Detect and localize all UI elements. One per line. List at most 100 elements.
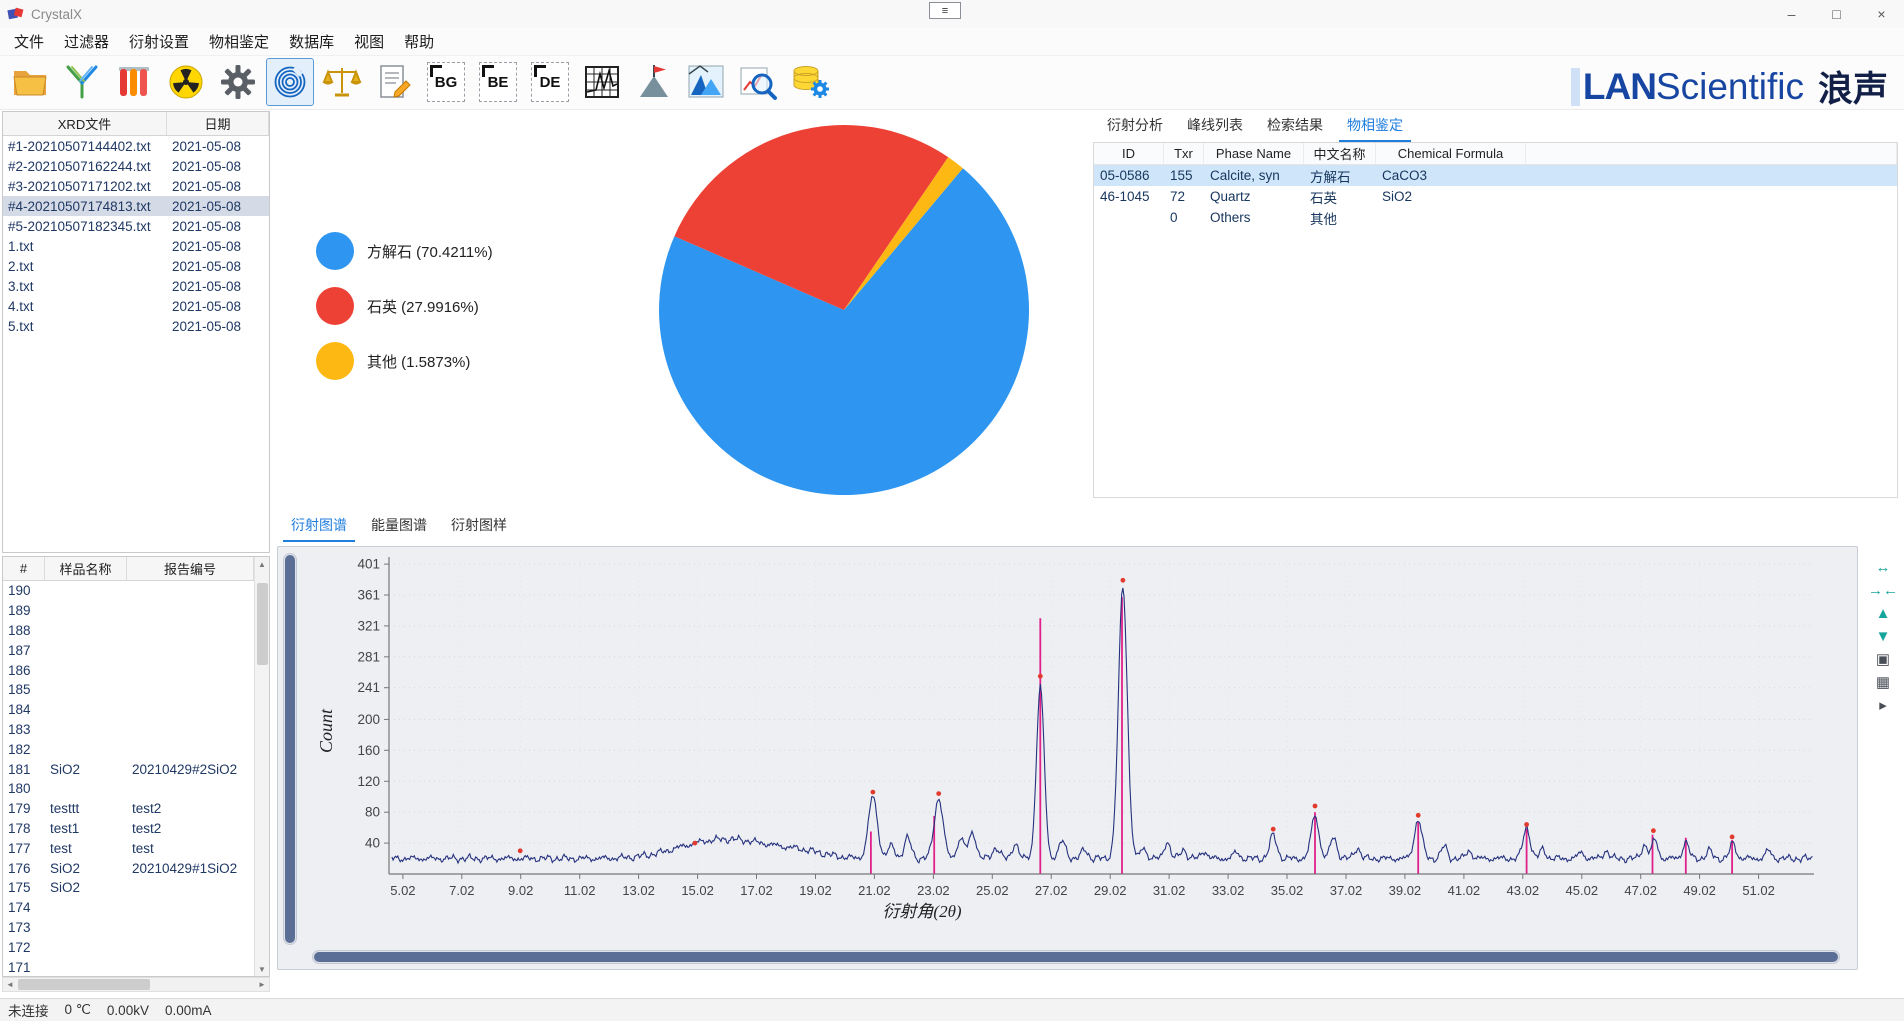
menu-item-5[interactable]: 视图 xyxy=(344,28,394,55)
file-row[interactable]: 1.txt2021-05-08 xyxy=(3,236,269,256)
sample-row[interactable]: 186 xyxy=(3,660,269,680)
sample-row[interactable]: 183 xyxy=(3,720,269,740)
sample-row[interactable]: 175SiO2 xyxy=(3,878,269,898)
expand-horizontal-icon[interactable]: ↔ xyxy=(1876,560,1891,575)
sample-row[interactable]: 188 xyxy=(3,621,269,641)
svg-text:19.02: 19.02 xyxy=(799,883,832,898)
collapse-horizontal-icon[interactable]: →← xyxy=(1868,583,1898,598)
phase-tab-2[interactable]: 检索结果 xyxy=(1259,112,1331,142)
sample-row[interactable]: 178test1test2 xyxy=(3,819,269,839)
scroll-up-icon[interactable]: ▲ xyxy=(255,557,269,571)
column-header[interactable]: ID xyxy=(1094,143,1164,164)
column-header[interactable]: XRD文件 xyxy=(3,112,167,135)
scroll-left-icon[interactable]: ◄ xyxy=(3,978,17,991)
search-chart-icon[interactable] xyxy=(734,58,782,106)
menu-item-3[interactable]: 物相鉴定 xyxy=(199,28,279,55)
phase-tab-1[interactable]: 峰线列表 xyxy=(1179,112,1251,142)
close-button[interactable]: × xyxy=(1859,0,1904,28)
sample-row[interactable]: 190 xyxy=(3,581,269,601)
file-row[interactable]: #3-20210507171202.txt2021-05-08 xyxy=(3,176,269,196)
filter-icon[interactable] xyxy=(58,58,106,106)
file-row[interactable]: 3.txt2021-05-08 xyxy=(3,276,269,296)
phase-tab-3[interactable]: 物相鉴定 xyxy=(1339,112,1411,142)
file-row[interactable]: #1-20210507144402.txt2021-05-08 xyxy=(3,136,269,156)
column-header[interactable]: 报告编号 xyxy=(127,557,254,580)
menu-item-1[interactable]: 过滤器 xyxy=(54,28,119,55)
file-row[interactable]: 4.txt2021-05-08 xyxy=(3,296,269,316)
horizontal-scrollbar-thumb[interactable] xyxy=(18,979,150,990)
sample-row[interactable]: 181SiO220210429#2SiO2 xyxy=(3,759,269,779)
spectrum-tab-0[interactable]: 衍射图谱 xyxy=(283,512,355,542)
spectrum-tab-1[interactable]: 能量图谱 xyxy=(363,512,435,542)
sample-row[interactable]: 176SiO220210429#1SiO2 xyxy=(3,858,269,878)
cloud-database-icon[interactable] xyxy=(786,58,834,106)
left-horizontal-scrollbar[interactable]: ◄ ► xyxy=(2,977,270,992)
menu-item-2[interactable]: 衍射设置 xyxy=(119,28,199,55)
spectrum-tab-2[interactable]: 衍射图样 xyxy=(443,512,515,542)
sample-row[interactable]: 180 xyxy=(3,779,269,799)
play-icon[interactable]: ▸ xyxy=(1879,698,1887,713)
menu-item-6[interactable]: 帮助 xyxy=(394,28,444,55)
horizontal-range-slider[interactable] xyxy=(312,950,1840,964)
logo-scientific-text: Scientific xyxy=(1656,66,1804,108)
column-header[interactable]: 日期 xyxy=(167,112,269,135)
de-badge-icon[interactable]: DE xyxy=(526,58,574,106)
grid-chart-icon[interactable] xyxy=(578,58,626,106)
scroll-down-icon[interactable]: ▼ xyxy=(255,962,269,976)
test-tubes-icon[interactable] xyxy=(110,58,158,106)
bg-badge-icon[interactable]: BG xyxy=(422,58,470,106)
data-grid-icon[interactable]: ▦ xyxy=(1876,675,1890,690)
file-row[interactable]: #5-20210507182345.txt2021-05-08 xyxy=(3,216,269,236)
menu-item-0[interactable]: 文件 xyxy=(4,28,54,55)
scroll-right-icon[interactable]: ► xyxy=(255,978,269,991)
phase-row[interactable]: 0Others其他 xyxy=(1094,207,1897,228)
sample-vertical-scrollbar[interactable]: ▲ ▼ xyxy=(254,557,269,976)
sample-row[interactable]: 189 xyxy=(3,601,269,621)
column-header[interactable]: 样品名称 xyxy=(45,557,127,580)
floating-panel-button[interactable]: ≡ xyxy=(929,2,961,19)
file-row[interactable]: #4-20210507174813.txt2021-05-08 xyxy=(3,196,269,216)
column-header[interactable]: Phase Name xyxy=(1204,143,1304,164)
maximize-button[interactable]: □ xyxy=(1814,0,1859,28)
be-badge-icon[interactable]: BE xyxy=(474,58,522,106)
fingerprint-phase-id-icon[interactable] xyxy=(266,58,314,106)
mountain-chart-icon[interactable] xyxy=(682,58,730,106)
sample-row[interactable]: 185 xyxy=(3,680,269,700)
pan-down-icon[interactable]: ▼ xyxy=(1876,629,1891,644)
column-header[interactable]: 中文名称 xyxy=(1304,143,1376,164)
column-header[interactable]: # xyxy=(3,557,45,580)
sample-row[interactable]: 173 xyxy=(3,918,269,938)
file-row[interactable]: 5.txt2021-05-08 xyxy=(3,316,269,336)
column-header[interactable]: Txr xyxy=(1164,143,1204,164)
fullscreen-icon[interactable]: ▣ xyxy=(1876,652,1890,667)
sample-cell: 20210429#1SiO2 xyxy=(127,861,254,876)
balance-icon[interactable] xyxy=(318,58,366,106)
radiation-source-icon[interactable] xyxy=(162,58,210,106)
file-row[interactable]: #2-20210507162244.txt2021-05-08 xyxy=(3,156,269,176)
sample-row[interactable]: 179testtttest2 xyxy=(3,799,269,819)
sample-row[interactable]: 182 xyxy=(3,739,269,759)
report-edit-icon[interactable] xyxy=(370,58,418,106)
file-row[interactable]: 2.txt2021-05-08 xyxy=(3,256,269,276)
minimize-button[interactable]: – xyxy=(1769,0,1814,28)
vertical-scrollbar-thumb[interactable] xyxy=(257,583,268,665)
vertical-range-thumb[interactable] xyxy=(285,555,295,943)
horizontal-range-thumb[interactable] xyxy=(314,952,1838,962)
svg-text:47.02: 47.02 xyxy=(1624,883,1657,898)
phase-tab-0[interactable]: 衍射分析 xyxy=(1099,112,1171,142)
sample-row[interactable]: 187 xyxy=(3,640,269,660)
sample-row[interactable]: 184 xyxy=(3,700,269,720)
menu-item-4[interactable]: 数据库 xyxy=(279,28,344,55)
phase-row[interactable]: 46-104572Quartz石英SiO2 xyxy=(1094,186,1897,207)
sample-row[interactable]: 174 xyxy=(3,898,269,918)
pan-up-icon[interactable]: ▲ xyxy=(1876,606,1891,621)
vertical-range-slider[interactable] xyxy=(283,553,297,945)
flag-mountain-icon[interactable] xyxy=(630,58,678,106)
sample-row[interactable]: 172 xyxy=(3,937,269,957)
column-header[interactable]: Chemical Formula xyxy=(1376,143,1526,164)
open-folder-icon[interactable] xyxy=(6,58,54,106)
settings-gear-icon[interactable] xyxy=(214,58,262,106)
phase-row[interactable]: 05-0586155Calcite, syn方解石CaCO3 xyxy=(1094,165,1897,186)
sample-row[interactable]: 177testtest xyxy=(3,838,269,858)
sample-row[interactable]: 171 xyxy=(3,957,269,977)
